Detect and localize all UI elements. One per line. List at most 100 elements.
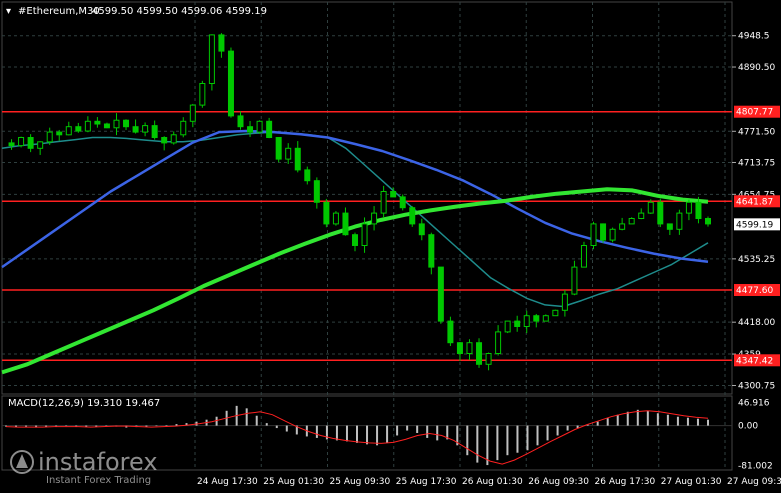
- candle-body: [208, 34, 215, 84]
- macd-y-tick-label: 0.00: [738, 422, 758, 432]
- candle-body: [94, 120, 101, 125]
- candle-body: [170, 134, 177, 144]
- x-tick-label: 26 Aug 09:30: [528, 477, 589, 487]
- candle-body: [695, 201, 702, 220]
- candle-body: [342, 212, 349, 236]
- candle-body: [180, 120, 187, 136]
- candle-body: [266, 120, 273, 139]
- level-label: 4641.87: [736, 197, 773, 207]
- candle-body: [27, 137, 34, 149]
- candle-body: [275, 137, 282, 160]
- level-label: 4347.42: [736, 356, 773, 366]
- candle-body: [8, 142, 15, 147]
- candle-body: [580, 245, 587, 268]
- candle-body: [361, 223, 368, 246]
- candle-body: [523, 315, 530, 328]
- candle-body: [657, 201, 664, 225]
- candle-body: [237, 115, 244, 128]
- candle-body: [380, 191, 387, 214]
- candle-body: [485, 353, 492, 365]
- candle-body: [199, 83, 206, 106]
- candle-body: [399, 196, 406, 209]
- menu-triangle-icon[interactable]: ▾: [6, 6, 11, 17]
- candle-body: [533, 315, 540, 322]
- x-tick-label: 25 Aug 09:30: [330, 477, 391, 487]
- candle-body: [628, 218, 635, 225]
- candle-body: [466, 342, 473, 355]
- candle-body: [123, 119, 130, 128]
- candle-body: [437, 266, 444, 322]
- y-tick-label: 4418.00: [738, 318, 775, 328]
- macd-title: MACD(12,26,9) 19.310 19.467: [8, 398, 160, 409]
- candle-body: [676, 212, 683, 230]
- candle-body: [285, 147, 292, 160]
- macd-y-tick-label: 46.916: [738, 398, 770, 408]
- candle-body: [418, 223, 425, 236]
- x-tick-label: 27 Aug 01:30: [661, 477, 722, 487]
- candle-body: [227, 50, 234, 117]
- candle-body: [590, 223, 597, 246]
- candle-body: [666, 223, 673, 230]
- candle-body: [619, 223, 626, 230]
- candle-body: [113, 119, 120, 129]
- candle-body: [142, 125, 149, 133]
- candle-body: [514, 320, 521, 328]
- level-label: 4477.60: [736, 286, 773, 296]
- level-label: 4807.77: [736, 108, 773, 118]
- y-tick-label: 4890.50: [738, 63, 775, 73]
- y-tick-label: 4771.50: [738, 127, 775, 137]
- candle-body: [161, 137, 168, 144]
- candle-body: [561, 293, 568, 311]
- candle-body: [84, 120, 91, 132]
- candle-body: [542, 315, 549, 322]
- x-tick-label: 26 Aug 01:30: [462, 477, 523, 487]
- candle-body: [46, 131, 53, 143]
- candle-body: [18, 137, 25, 147]
- current-price-label: 4599.19: [736, 220, 773, 230]
- x-tick-label: 24 Aug 17:30: [197, 477, 258, 487]
- macd-y-tick-label: -81.002: [738, 462, 773, 472]
- x-tick-label: 25 Aug 01:30: [263, 477, 324, 487]
- chart-ohlc: 4599.50 4599.50 4599.06 4599.19: [92, 6, 267, 17]
- candle-body: [151, 125, 158, 139]
- candle-body: [600, 223, 607, 241]
- candle-body: [495, 331, 502, 354]
- candle-body: [409, 207, 416, 225]
- trading-chart: 4948.54890.504771.504713.754654.754535.2…: [0, 0, 781, 489]
- candle-body: [304, 169, 311, 182]
- candle-body: [218, 34, 225, 52]
- x-tick-label: 26 Aug 17:30: [595, 477, 656, 487]
- y-tick-label: 4535.25: [738, 255, 775, 265]
- y-tick-label: 4948.5: [738, 32, 770, 42]
- watermark-brand: instaforex: [38, 448, 158, 476]
- candle-body: [313, 180, 320, 203]
- candle-body: [132, 126, 139, 133]
- candle-body: [332, 212, 339, 225]
- candle-body: [456, 342, 463, 355]
- candle-body: [447, 320, 454, 344]
- candle-body: [371, 212, 378, 225]
- candle-body: [504, 320, 511, 333]
- candle-body: [189, 104, 196, 122]
- candle-body: [647, 201, 654, 214]
- chart-symbol: #Ethereum,M30: [18, 6, 100, 17]
- x-tick-label: 27 Aug 09:30: [727, 477, 781, 487]
- candle-body: [571, 266, 578, 295]
- candle-body: [323, 201, 330, 225]
- candle-body: [37, 141, 44, 149]
- y-tick-label: 4713.75: [738, 158, 775, 168]
- candle-body: [75, 126, 82, 132]
- candle-body: [103, 123, 110, 129]
- chart-canvas: 4948.54890.504771.504713.754654.754535.2…: [0, 0, 781, 489]
- candle-body: [65, 126, 72, 136]
- candle-body: [552, 309, 559, 317]
- candle-body: [247, 126, 254, 133]
- y-tick-label: 4300.75: [738, 381, 775, 391]
- candle-body: [476, 342, 483, 365]
- watermark-tagline: Instant Forex Trading: [46, 475, 151, 486]
- candle-body: [638, 212, 645, 220]
- candle-body: [256, 120, 263, 133]
- candle-body: [294, 147, 301, 171]
- candle-body: [56, 131, 63, 136]
- candle-body: [352, 234, 358, 246]
